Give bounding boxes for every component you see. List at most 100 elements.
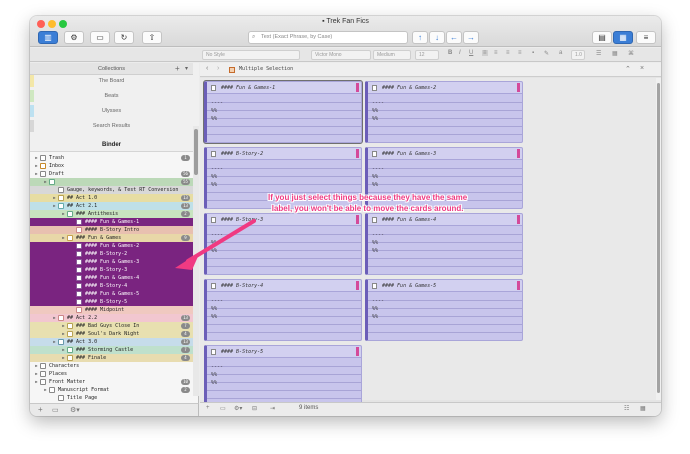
binder-item[interactable]: ▶ ## Act 2.2 13: [30, 314, 193, 322]
line-spacing-select[interactable]: 1.0: [571, 50, 585, 60]
binder-item[interactable]: #### Fun & Games-4: [30, 274, 193, 282]
font-select[interactable]: Victor Mono: [311, 50, 371, 60]
list-button[interactable]: ☰: [596, 50, 601, 57]
binder-item[interactable]: #### B-Story Intro: [30, 226, 193, 234]
nav-down-button[interactable]: ↓: [429, 31, 445, 44]
card-title[interactable]: #### Fun & Games-5: [368, 280, 522, 292]
binder-item[interactable]: ▶ ## Act 2.1 13: [30, 202, 193, 210]
split-close-button[interactable]: ×: [640, 65, 644, 72]
disclosure-triangle-icon[interactable]: ▶: [61, 234, 66, 242]
card-title[interactable]: #### Fun & Games-4: [368, 214, 522, 226]
binder-item[interactable]: ▶ ### Bad Guys Close In 7: [30, 322, 193, 330]
split-view-button[interactable]: ⊟: [252, 405, 257, 412]
binder-item[interactable]: Title Page: [30, 394, 193, 402]
index-card[interactable]: #### Fun & Games-5 ---- %% %%: [365, 279, 523, 341]
align-justify-button[interactable]: ≡: [518, 50, 522, 56]
underline-button[interactable]: U: [469, 50, 473, 56]
disclosure-triangle-icon[interactable]: ▶: [34, 362, 39, 370]
card-synopsis[interactable]: ---- %% %%: [372, 99, 384, 123]
align-right-button[interactable]: ≡: [506, 50, 510, 56]
highlight-button[interactable]: ✎: [544, 50, 549, 57]
binder-item[interactable]: #### Fun & Games-1: [30, 218, 193, 226]
index-card[interactable]: #### Fun & Games-4 ---- %% %%: [365, 213, 523, 275]
disclosure-triangle-icon[interactable]: ▶: [61, 322, 66, 330]
binder-item[interactable]: #### Midpoint: [30, 306, 193, 314]
quick-reference-button[interactable]: ▭: [90, 31, 110, 44]
binder-toggle-button[interactable]: ▥: [38, 31, 58, 44]
disclosure-triangle-icon[interactable]: ▶: [43, 178, 48, 186]
binder-item[interactable]: #### B-Story-4: [30, 282, 193, 290]
card-synopsis[interactable]: ---- %% %%: [211, 165, 223, 189]
binder-item[interactable]: ▶ 55: [30, 178, 193, 186]
binder-item[interactable]: ▶ ### Storming Castle 7: [30, 346, 193, 354]
collection-menu-button[interactable]: ▾: [185, 65, 188, 72]
card-synopsis[interactable]: ---- %% %%: [211, 231, 223, 255]
share-button[interactable]: ⇧: [142, 31, 162, 44]
binder-item[interactable]: ▶ Front Matter 10: [30, 378, 193, 386]
disclosure-triangle-icon[interactable]: ▶: [61, 346, 66, 354]
history-back-button[interactable]: ‹: [206, 65, 208, 72]
binder-tab[interactable]: Binder: [30, 139, 193, 152]
binder-item[interactable]: #### Fun & Games-2: [30, 242, 193, 250]
disclosure-triangle-icon[interactable]: ▶: [34, 170, 39, 178]
card-synopsis[interactable]: ---- %% %%: [372, 165, 384, 189]
font-weight-select[interactable]: Medium: [373, 50, 411, 60]
disclosure-triangle-icon[interactable]: ▶: [34, 154, 39, 162]
card-title[interactable]: #### B-Story-4: [207, 280, 361, 292]
footer-settings-button[interactable]: ⚙▾: [234, 405, 242, 412]
collection-2[interactable]: Ulysses: [30, 105, 193, 117]
add-collection-button[interactable]: +: [175, 64, 180, 73]
card-title[interactable]: #### Fun & Games-3: [368, 148, 522, 160]
index-card[interactable]: #### B-Story-4 ---- %% %%: [204, 279, 362, 341]
binder-item[interactable]: ▶ ### Antithesis 2: [30, 210, 193, 218]
editor-options-button[interactable]: ⌃: [625, 65, 631, 73]
binder-item[interactable]: ▶ Inbox: [30, 162, 193, 170]
binder-item[interactable]: Gauge, keywords, & Test RT Conversion: [30, 186, 193, 194]
add-folder-button[interactable]: ▭: [52, 406, 59, 414]
binder-item[interactable]: ▶ Manuscript Format 2: [30, 386, 193, 394]
disclosure-triangle-icon[interactable]: ▶: [43, 386, 48, 394]
card-synopsis[interactable]: ---- %% %%: [372, 297, 384, 321]
italic-button[interactable]: I: [459, 50, 461, 56]
search-field[interactable]: ⌕ Text (Exact Phrase, by Case): [248, 31, 408, 44]
sidebar-settings-button[interactable]: ⚙▾: [70, 406, 80, 414]
collection-0[interactable]: The Board: [30, 75, 193, 87]
bold-button[interactable]: B: [448, 50, 452, 56]
binder-item[interactable]: #### Fun & Games-5: [30, 290, 193, 298]
align-center-button[interactable]: ≡: [494, 50, 498, 56]
inspector-button[interactable]: ≡: [636, 31, 656, 44]
disclosure-triangle-icon[interactable]: ▶: [52, 314, 57, 322]
text-color-button[interactable]: ▪: [532, 50, 534, 56]
nav-up-button[interactable]: ↑: [412, 31, 428, 44]
binder-item[interactable]: ▶ Trash 1: [30, 154, 193, 162]
disclosure-triangle-icon[interactable]: ▶: [34, 370, 39, 378]
card-synopsis[interactable]: ---- %% %%: [211, 363, 223, 387]
binder-item[interactable]: ▶ Places: [30, 370, 193, 378]
binder-item[interactable]: ▶ ## Act 1.0 13: [30, 194, 193, 202]
lock-button[interactable]: ⇥: [270, 405, 275, 412]
card-title[interactable]: #### Fun & Games-1: [207, 82, 361, 94]
nav-back-button[interactable]: ←: [446, 31, 462, 44]
disclosure-triangle-icon[interactable]: ▶: [61, 210, 66, 218]
disclosure-triangle-icon[interactable]: ▶: [52, 338, 57, 346]
add-item-button[interactable]: +: [38, 405, 43, 414]
view-corkboard-button[interactable]: ▦: [613, 31, 633, 44]
sync-button[interactable]: ↻: [114, 31, 134, 44]
index-card[interactable]: #### Fun & Games-2 ---- %% %%: [365, 81, 523, 143]
disclosure-triangle-icon[interactable]: ▶: [34, 162, 39, 170]
collection-3[interactable]: Search Results: [30, 120, 193, 132]
view-scrivenings-button[interactable]: ▤: [592, 31, 612, 44]
card-synopsis[interactable]: ---- %% %%: [372, 231, 384, 255]
card-title[interactable]: #### B-Story-2: [207, 148, 361, 160]
binder-scroll-thumb[interactable]: [194, 129, 198, 175]
style-select[interactable]: No Style: [202, 50, 300, 60]
card-size-button[interactable]: ☷: [624, 405, 629, 412]
binder-item[interactable]: ▶ Draft 56: [30, 170, 193, 178]
collection-1[interactable]: Beats: [30, 90, 193, 102]
binder-item[interactable]: ▶ Characters: [30, 362, 193, 370]
card-title[interactable]: #### Fun & Games-2: [368, 82, 522, 94]
binder-item[interactable]: #### B-Story-5: [30, 298, 193, 306]
history-forward-button[interactable]: ›: [217, 65, 219, 72]
binder-item[interactable]: #### B-Story-3: [30, 266, 193, 274]
index-card[interactable]: #### B-Story-5 ---- %% %%: [204, 345, 362, 407]
